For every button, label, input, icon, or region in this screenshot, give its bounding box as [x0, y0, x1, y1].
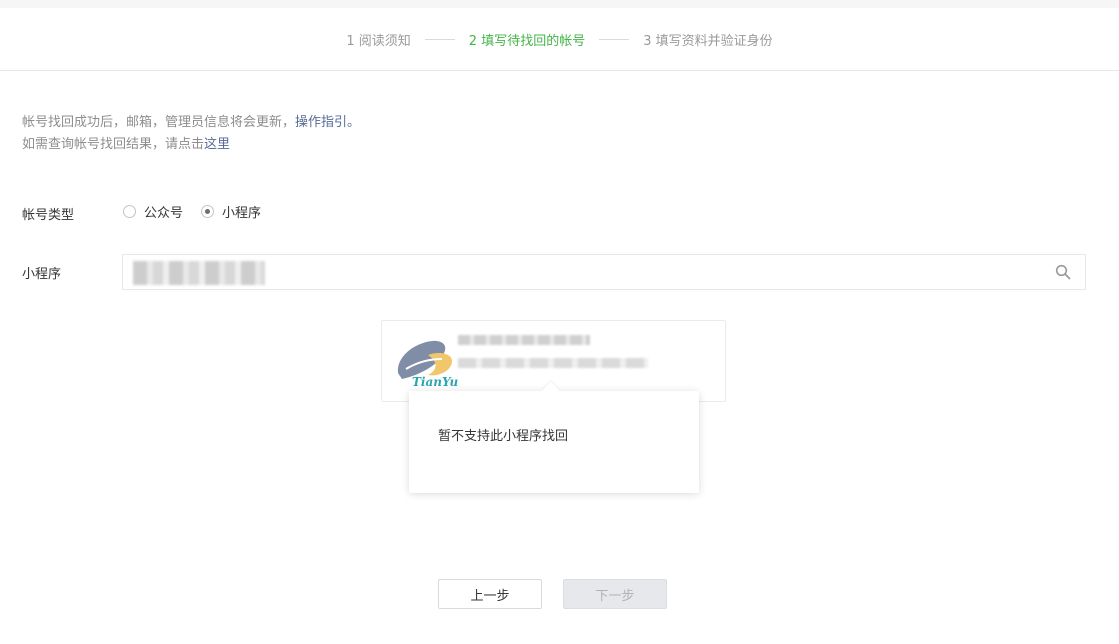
account-type-radio-group: 公众号 小程序 — [123, 202, 279, 221]
search-icon[interactable] — [1055, 264, 1071, 280]
radio-circle-icon — [123, 205, 136, 218]
step-divider — [424, 38, 455, 40]
prev-step-button[interactable]: 上一步 — [438, 579, 542, 609]
notice-line-2: 如需查询帐号找回结果，请点击这里 — [22, 134, 360, 156]
query-result-link[interactable]: 这里 — [204, 137, 230, 152]
notice-text-1: 帐号找回成功后，邮箱，管理员信息将会更新， — [22, 115, 296, 130]
redacted-input-value — [133, 261, 265, 285]
step-3: 3 填写资料并验证身份 — [643, 33, 773, 49]
logo-text: TianYu — [412, 375, 459, 389]
next-step-button[interactable]: 下一步 — [563, 579, 667, 609]
miniprogram-search-box — [122, 254, 1086, 290]
unsupported-tooltip: 暂不支持此小程序找回 — [409, 381, 699, 493]
account-type-label: 帐号类型 — [22, 208, 75, 223]
guide-link[interactable]: 操作指引。 — [295, 115, 360, 130]
step-divider — [599, 38, 630, 40]
notice-text-2: 如需查询帐号找回结果，请点击 — [22, 137, 205, 152]
notice-line-1: 帐号找回成功后，邮箱，管理员信息将会更新，操作指引。 — [22, 112, 360, 134]
tooltip-message: 暂不支持此小程序找回 — [438, 429, 569, 444]
step-progress: 1 阅读须知 2 填写待找回的帐号 3 填写资料并验证身份 — [0, 8, 1119, 71]
redacted-name — [458, 335, 590, 345]
radio-checked-icon — [201, 205, 215, 218]
miniprogram-label: 小程序 — [22, 267, 62, 282]
step-2: 2 填写待找回的帐号 — [468, 33, 586, 49]
top-band — [0, 0, 1119, 8]
redacted-description — [458, 358, 648, 368]
radio-label: 小程序 — [222, 206, 262, 221]
step-1: 1 阅读须知 — [346, 33, 411, 49]
radio-official-account[interactable]: 公众号 — [123, 202, 183, 221]
radio-label: 公众号 — [144, 206, 184, 221]
notice: 帐号找回成功后，邮箱，管理员信息将会更新，操作指引。 如需查询帐号找回结果，请点… — [22, 112, 360, 156]
radio-miniprogram[interactable]: 小程序 — [201, 202, 261, 221]
